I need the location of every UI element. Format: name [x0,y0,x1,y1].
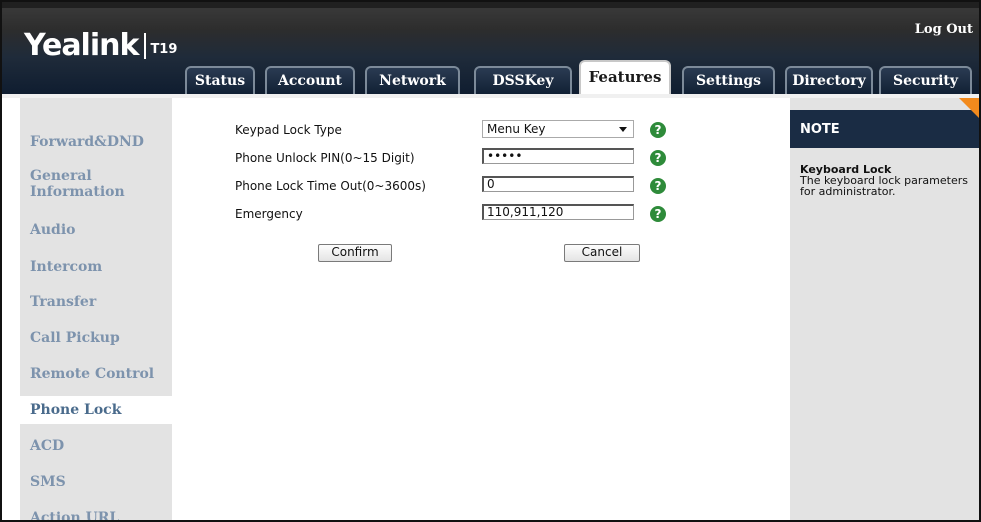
help-icon[interactable]: ? [650,122,666,138]
sidebar-item-transfer[interactable]: Transfer [20,294,172,310]
keypad-lock-type-value: Menu Key [487,122,546,136]
logout-link[interactable]: Log Out [915,22,973,37]
sidebar-item-audio[interactable]: Audio [20,222,172,238]
tab-features[interactable]: Features [579,60,671,94]
sidebar-item-phone-lock[interactable]: Phone Lock [20,396,172,424]
cancel-button[interactable]: Cancel [564,244,640,262]
note-text: The keyboard lock parameters for adminis… [800,174,968,198]
note-body: Keyboard Lock The keyboard lock paramete… [800,164,970,197]
keypad-lock-type-select[interactable]: Menu Key [482,120,634,138]
sidebar-item-action-url[interactable]: Action URL [20,510,172,520]
tab-directory[interactable]: Directory [785,66,873,94]
lock-timeout-label: Phone Lock Time Out(0~3600s) [235,179,426,193]
keypad-lock-type-row: Keypad Lock Type Menu Key ? [172,120,772,140]
sidebar-item-forward-dnd[interactable]: Forward&DND [20,134,172,150]
help-icon[interactable]: ? [650,206,666,222]
tab-network[interactable]: Network [365,66,460,94]
sidebar-item-acd[interactable]: ACD [20,438,172,454]
unlock-pin-label: Phone Unlock PIN(0~15 Digit) [235,151,415,165]
emergency-label: Emergency [235,207,303,221]
emergency-row: Emergency 110,911,120 ? [172,204,772,224]
sidebar-item-remote-control[interactable]: Remote Control [20,366,172,382]
unlock-pin-row: Phone Unlock PIN(0~15 Digit) ••••• ? [172,148,772,168]
keypad-lock-type-label: Keypad Lock Type [235,123,342,137]
note-panel: NOTE Keyboard Lock The keyboard lock par… [790,98,979,520]
chevron-down-icon [619,127,627,132]
logo-text: Yealink [24,28,139,63]
sidebar-item-sms[interactable]: SMS [20,474,172,490]
note-corner-marker [959,98,979,118]
logo-separator [144,33,147,59]
note-title: NOTE [800,122,840,137]
yealink-logo: Yealink T19 [24,28,177,63]
unlock-pin-input[interactable]: ••••• [482,148,634,164]
emergency-input[interactable]: 110,911,120 [482,204,634,220]
tab-dsskey[interactable]: DSSKey [474,66,572,94]
tab-settings[interactable]: Settings [682,66,775,94]
phone-lock-form: Keypad Lock Type Menu Key ? Phone Unlock… [172,98,772,520]
lock-timeout-row: Phone Lock Time Out(0~3600s) 0 ? [172,176,772,196]
header-bar: Yealink T19 Log Out Status Account Networ… [2,2,979,94]
tab-account[interactable]: Account [265,66,355,94]
tab-status[interactable]: Status [185,66,255,94]
help-icon[interactable]: ? [650,150,666,166]
tab-security[interactable]: Security [879,66,972,94]
sidebar: Forward&DND General Information Audio In… [20,98,172,520]
sidebar-item-intercom[interactable]: Intercom [20,259,172,275]
browser-frame: Yealink T19 Log Out Status Account Networ… [0,0,981,522]
confirm-button[interactable]: Confirm [318,244,392,262]
header-top-strip [2,2,979,8]
lock-timeout-input[interactable]: 0 [482,176,634,192]
note-header: NOTE [790,110,979,148]
help-icon[interactable]: ? [650,178,666,194]
sidebar-item-general-information[interactable]: General Information [20,168,140,200]
logo-model: T19 [150,42,178,57]
sidebar-item-call-pickup[interactable]: Call Pickup [20,330,172,346]
